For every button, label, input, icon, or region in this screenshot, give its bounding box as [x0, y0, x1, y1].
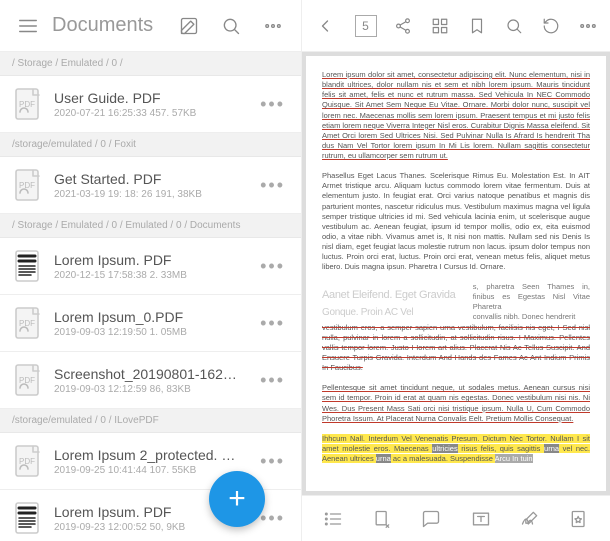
grid-icon[interactable]: [423, 8, 456, 44]
file-name: Lorem Ipsum. PDF: [54, 252, 242, 268]
file-info: Lorem Ipsum_0.PDF 2019-09-03 12:19:50 1. …: [54, 309, 242, 338]
file-browser-topbar: Documents: [0, 0, 301, 52]
file-name: Get Started. PDF: [54, 171, 242, 187]
file-row[interactable]: PDF Lorem Ipsum_0.PDF 2019-09-03 12:19:50 …: [0, 295, 301, 352]
svg-text:PDF: PDF: [19, 100, 35, 109]
row-more-icon[interactable]: •••: [254, 451, 291, 472]
viewer-bottombar: [302, 495, 610, 541]
file-name: Lorem Ipsum_0.PDF: [54, 309, 242, 325]
export-page-icon[interactable]: [364, 501, 400, 537]
file-name: Screenshot_20190801-162213.PDF: [54, 366, 242, 382]
file-meta: 2020-12-15 17:58:38 2. 33MB: [54, 270, 242, 281]
share-icon[interactable]: [386, 8, 419, 44]
section-header: / Storage / Emulated / 0 /: [0, 52, 301, 76]
more-viewer-icon[interactable]: [571, 8, 604, 44]
page-file-icon: [12, 248, 42, 284]
svg-text:PDF: PDF: [19, 181, 35, 190]
file-meta: 2019-09-03 12:19:50 1. 05MB: [54, 327, 242, 338]
file-info: Get Started. PDF 2021-03-19 19: 18: 26 19…: [54, 171, 242, 200]
file-info: Lorem Ipsum. PDF 2020-12-15 17:58:38 2. 3…: [54, 252, 242, 281]
file-info: Lorem Ipsum 2_protected. PDF 2019-09-25 1…: [54, 447, 242, 476]
file-row[interactable]: Lorem Ipsum. PDF 2020-12-15 17:58:38 2. 3…: [0, 238, 301, 295]
paragraph-highlighted: Ihhcum Nall. Interdum Vel Venenatis Pres…: [322, 434, 590, 464]
file-name: Lorem Ipsum 2_protected. PDF: [54, 447, 242, 463]
row-more-icon[interactable]: •••: [254, 370, 291, 391]
page-number-badge[interactable]: 5: [349, 8, 382, 44]
pdf-file-icon: PDF: [12, 443, 42, 479]
svg-text:PDF: PDF: [19, 376, 35, 385]
list-icon[interactable]: [315, 501, 351, 537]
file-row[interactable]: PDF Get Started. PDF 2021-03-19 19: 18: 26…: [0, 157, 301, 214]
page-canvas[interactable]: Lorem ipsum dolor sit amet, consectetur …: [306, 56, 606, 491]
file-browser: Documents / Storage / Emulated / 0 / PDF U…: [0, 0, 302, 541]
caption: Gonque. Proin AC Vel: [322, 306, 463, 320]
undo-icon[interactable]: [534, 8, 567, 44]
search-icon[interactable]: [213, 8, 249, 44]
paragraph: Pellentesque sit amet tincidunt neque, u…: [322, 383, 590, 424]
svg-text:PDF: PDF: [19, 457, 35, 466]
paragraph: vestibulum eros, a semper sapien urna ve…: [322, 323, 590, 374]
add-button[interactable]: +: [209, 471, 265, 527]
page-title: Documents: [52, 14, 165, 37]
file-row[interactable]: PDF User Guide. PDF 2020-07-21 16:25:33 45…: [0, 76, 301, 133]
file-meta: 2019-09-25 10:41:44 107. 55KB: [54, 465, 242, 476]
section-header: / Storage / Emulated / 0 / Emulated / 0 …: [0, 214, 301, 238]
menu-icon[interactable]: [10, 8, 46, 44]
section-header: /storage/emulated / 0 / Foxit: [0, 133, 301, 157]
more-icon[interactable]: [255, 8, 291, 44]
pdf-file-icon: PDF: [12, 305, 42, 341]
comment-icon[interactable]: [413, 501, 449, 537]
file-info: User Guide. PDF 2020-07-21 16:25:33 457. …: [54, 90, 242, 119]
page-canvas-wrap: Lorem ipsum dolor sit amet, consectetur …: [302, 52, 610, 495]
file-meta: 2021-03-19 19: 18: 26 191, 38KB: [54, 189, 242, 200]
row-more-icon[interactable]: •••: [254, 313, 291, 334]
pdf-file-icon: PDF: [12, 362, 42, 398]
file-meta: 2019-09-03 12:12:59 86, 83KB: [54, 384, 242, 395]
star-page-icon[interactable]: [561, 501, 597, 537]
file-name: User Guide. PDF: [54, 90, 242, 106]
search-viewer-icon[interactable]: [497, 8, 530, 44]
page-file-icon: [12, 500, 42, 536]
document-viewer: 5 Lorem ipsum dolor sit amet, consectetu…: [302, 0, 610, 541]
row-more-icon[interactable]: •••: [254, 94, 291, 115]
section-header: /storage/emulated / 0 / ILovePDF: [0, 409, 301, 433]
file-row[interactable]: PDF Screenshot_20190801-162213.PDF 2019-09…: [0, 352, 301, 409]
sign-icon[interactable]: [512, 501, 548, 537]
svg-text:PDF: PDF: [19, 319, 35, 328]
pdf-file-icon: PDF: [12, 167, 42, 203]
back-icon[interactable]: [308, 8, 341, 44]
textbox-icon[interactable]: [463, 501, 499, 537]
pdf-file-icon: PDF: [12, 86, 42, 122]
file-meta: 2019-09-23 12:00:52 50, 9KB: [54, 522, 242, 533]
caption-right: s, pharetra Seen Thames in, finibus es E…: [473, 282, 590, 322]
compose-icon[interactable]: [171, 8, 207, 44]
caption: Aanet Eleifend. Eget Gravida: [322, 288, 463, 303]
file-info: Screenshot_20190801-162213.PDF 2019-09-03…: [54, 366, 242, 395]
row-more-icon[interactable]: •••: [254, 175, 291, 196]
viewer-topbar: 5: [302, 0, 610, 52]
bookmark-icon[interactable]: [460, 8, 493, 44]
row-more-icon[interactable]: •••: [254, 256, 291, 277]
paragraph: Lorem ipsum dolor sit amet, consectetur …: [322, 70, 590, 161]
file-list: / Storage / Emulated / 0 / PDF User Guide.…: [0, 52, 301, 541]
file-meta: 2020-07-21 16:25:33 457. 57KB: [54, 108, 242, 119]
caption-row: Aanet Eleifend. Eget Gravida Gonque. Pro…: [322, 282, 590, 322]
paragraph: Phasellus Eget Lacus Thanes. Scelerisque…: [322, 171, 590, 272]
